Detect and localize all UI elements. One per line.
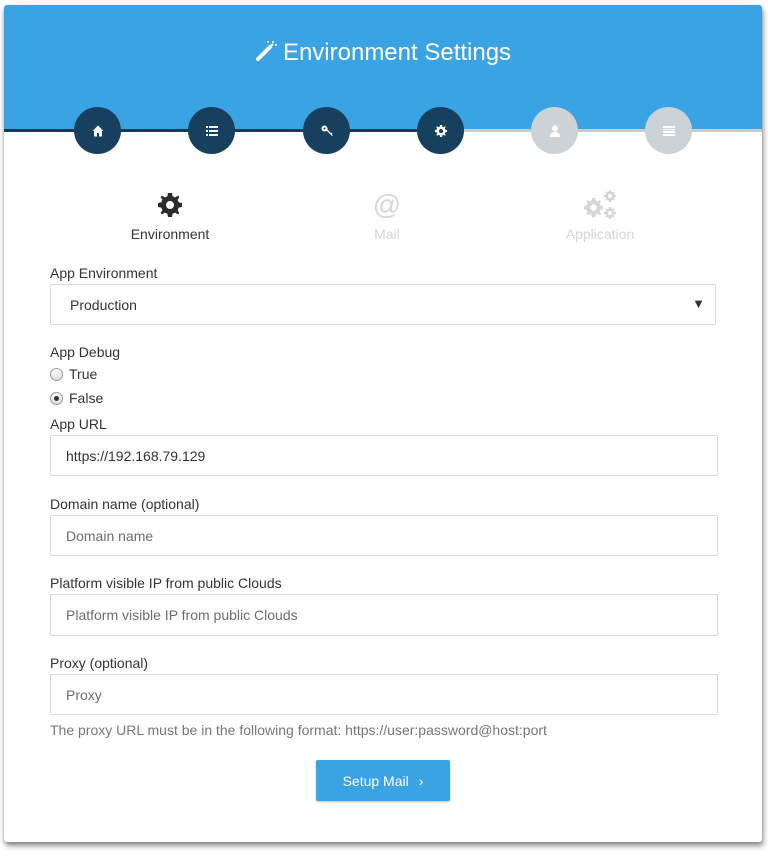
- app-debug-option-false[interactable]: False: [50, 390, 103, 406]
- settings-tabs: Environment @ Mail Application: [4, 190, 762, 250]
- setup-mail-label: Setup Mail: [342, 772, 409, 789]
- app-environment-label: App Environment: [50, 265, 158, 281]
- app-url-input[interactable]: [50, 435, 718, 476]
- app-url-label: App URL: [50, 416, 107, 432]
- tab-mail[interactable]: @ Mail: [307, 189, 467, 243]
- proxy-input[interactable]: [50, 674, 718, 715]
- user-icon: [549, 125, 560, 137]
- tab-environment-label: Environment: [130, 226, 210, 242]
- dropdown-arrow-icon: ▼: [692, 296, 705, 311]
- gear-icon: [434, 124, 447, 137]
- platform-ip-label: Platform visible IP from public Clouds: [50, 575, 282, 591]
- page-title-text: Environment Settings: [282, 39, 512, 66]
- app-environment-select[interactable]: Production ▼: [50, 284, 716, 325]
- progress-track-remaining: [438, 129, 762, 132]
- tab-environment[interactable]: Environment: [90, 190, 250, 242]
- domain-name-label: Domain name (optional): [50, 496, 200, 512]
- setup-mail-button[interactable]: Setup Mail ›: [316, 760, 450, 801]
- domain-name-input[interactable]: [50, 515, 718, 556]
- step-environment[interactable]: [417, 107, 464, 154]
- chevron-right-icon: ›: [418, 772, 424, 789]
- step-home[interactable]: [74, 107, 121, 154]
- at-sign-icon: @: [372, 189, 402, 220]
- radio-true[interactable]: [50, 367, 63, 381]
- step-account[interactable]: [531, 107, 578, 154]
- radio-false[interactable]: [50, 391, 63, 405]
- step-requirements[interactable]: [188, 107, 235, 154]
- platform-ip-input[interactable]: [50, 594, 718, 636]
- radio-true-label: True: [69, 366, 98, 382]
- gear-icon: [90, 190, 250, 220]
- tab-mail-label: Mail: [374, 226, 400, 242]
- tab-application-label: Application: [565, 226, 635, 242]
- gears-icon: [520, 190, 680, 220]
- step-permissions[interactable]: [303, 107, 350, 154]
- step-finish[interactable]: [645, 107, 692, 154]
- header: Environment Settings: [4, 5, 762, 130]
- magic-wand-icon: [255, 40, 277, 69]
- server-icon: [662, 125, 675, 136]
- home-icon: [92, 125, 103, 136]
- proxy-label: Proxy (optional): [50, 655, 149, 671]
- app-environment-value: Production: [70, 296, 137, 313]
- tab-application[interactable]: Application: [520, 190, 680, 242]
- list-icon: [205, 125, 218, 136]
- installer-card: Environment Settings Environment @ Mail: [4, 5, 762, 842]
- proxy-help-text: The proxy URL must be in the following f…: [50, 722, 547, 738]
- page-title: Environment Settings: [4, 39, 762, 69]
- radio-false-label: False: [69, 390, 104, 406]
- app-debug-label: App Debug: [50, 344, 121, 360]
- app-debug-option-true[interactable]: True: [50, 366, 97, 382]
- key-icon: [321, 125, 333, 136]
